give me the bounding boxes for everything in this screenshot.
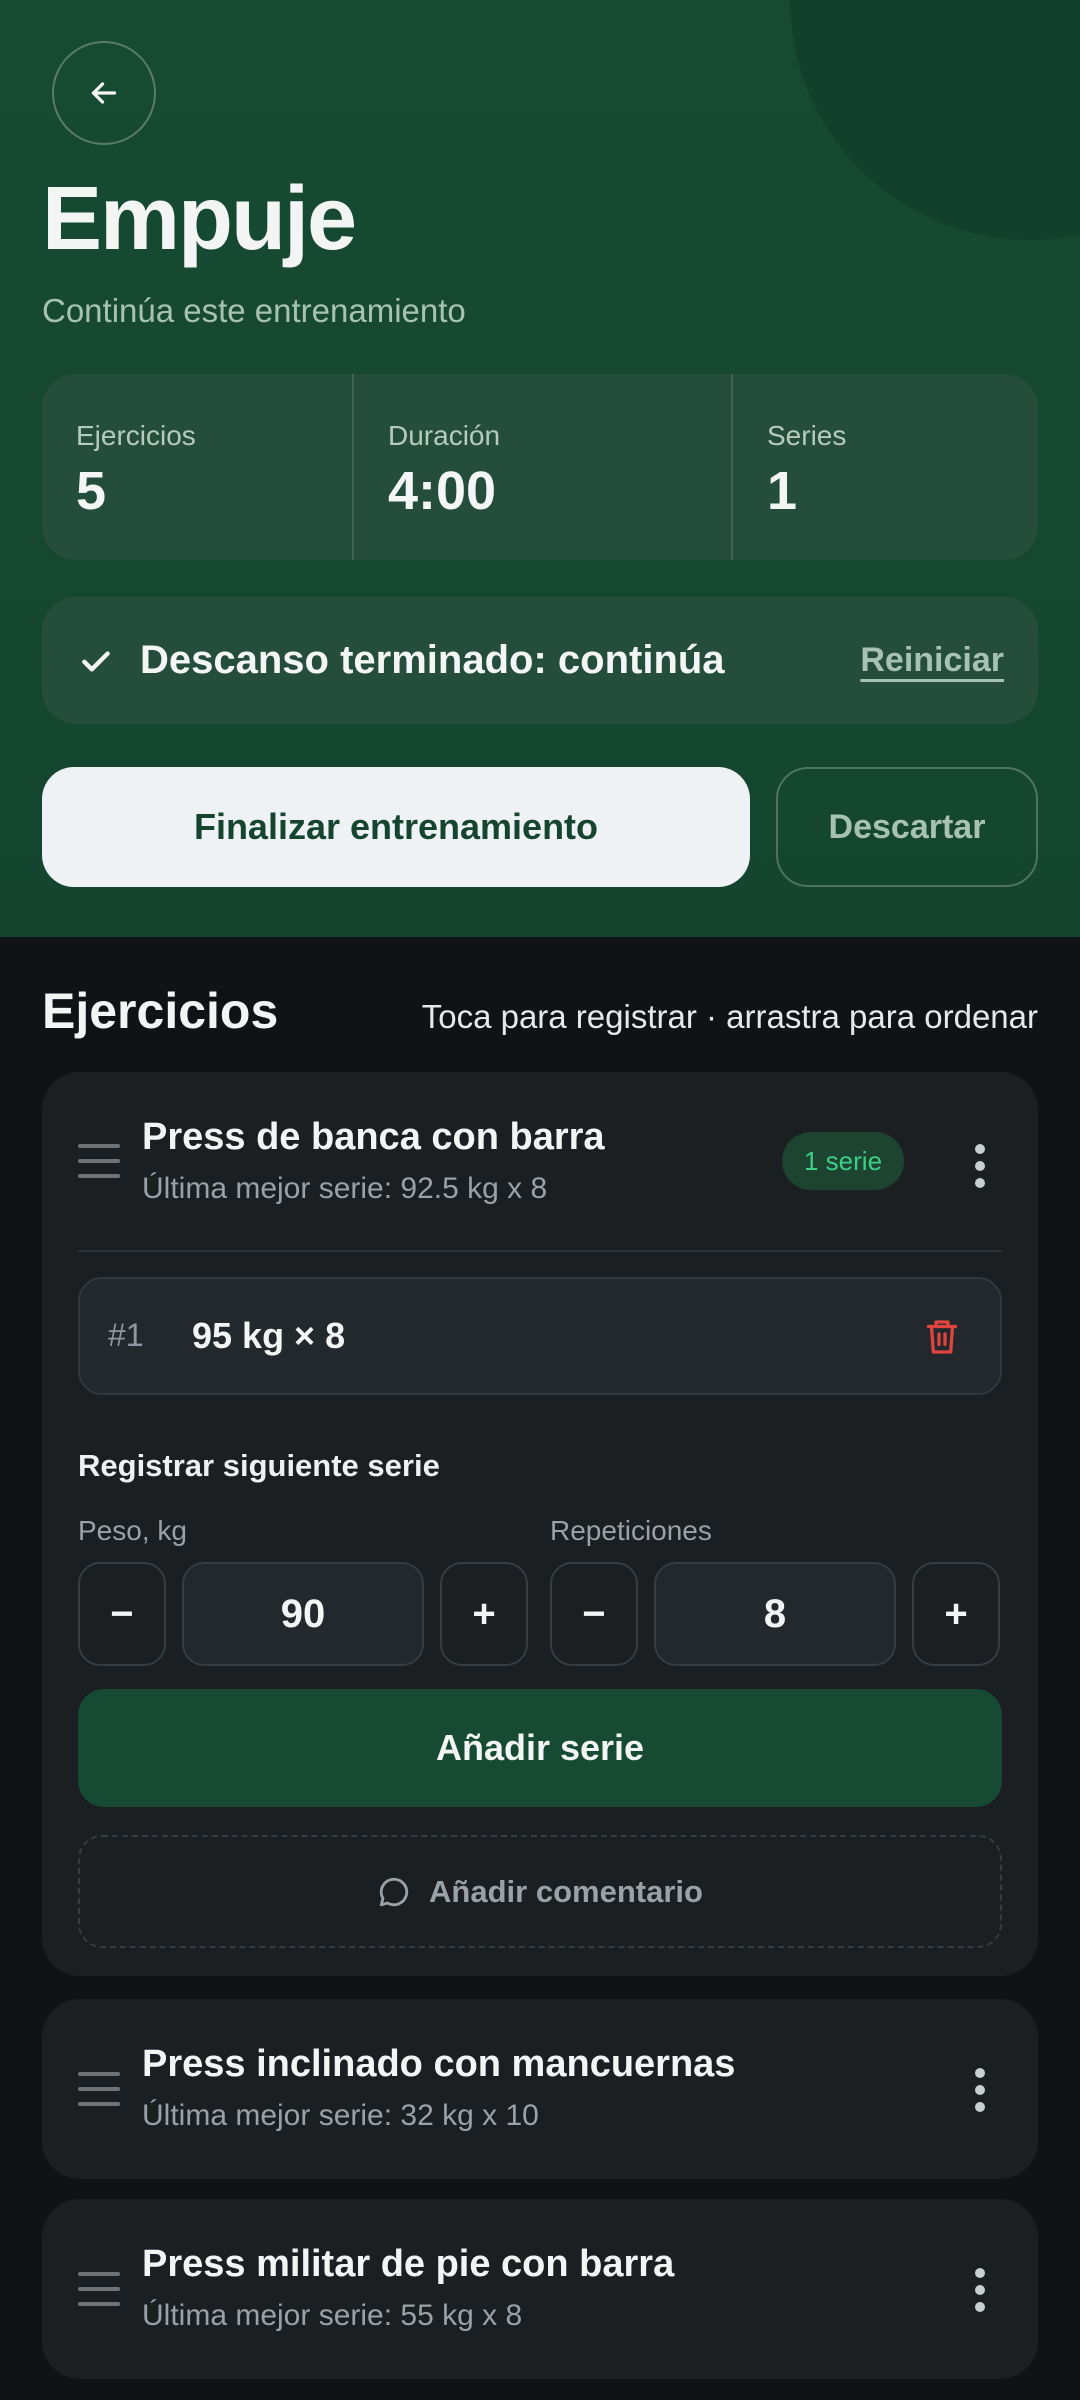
stat-value: 5 — [76, 461, 107, 521]
stat-duration: Duración 4:00 — [352, 374, 731, 560]
stats-panel: Ejercicios 5 Duración 4:00 Series 1 — [42, 374, 1038, 560]
add-comment-button[interactable]: Añadir comentario — [78, 1835, 1002, 1948]
page-subtitle: Continúa este entrenamiento — [42, 292, 466, 329]
trash-icon[interactable] — [924, 1317, 960, 1357]
exercises-section-title: Ejercicios — [42, 983, 279, 1039]
exercise-name: Press inclinado con mancuernas — [142, 2043, 736, 2085]
reps-input[interactable]: 8 — [654, 1562, 896, 1666]
arrow-left-icon — [91, 82, 117, 104]
comment-bubble-icon — [379, 1877, 409, 1906]
rest-status-text: Descanso terminado: continúa — [140, 638, 725, 682]
finish-workout-button[interactable]: Finalizar entrenamiento — [42, 767, 750, 887]
reps-increment-button[interactable]: + — [912, 1562, 1000, 1666]
drag-handle-icon[interactable] — [78, 2268, 120, 2310]
weight-increment-button[interactable]: + — [440, 1562, 528, 1666]
reps-label: Repeticiones — [550, 1515, 712, 1546]
set-count-badge: 1 serie — [782, 1132, 905, 1190]
drag-handle-icon[interactable] — [78, 1140, 120, 1182]
reps-decrement-button[interactable]: − — [550, 1562, 638, 1666]
weight-decrement-button[interactable]: − — [78, 1562, 166, 1666]
more-options-icon[interactable] — [974, 2267, 986, 2313]
exercise-card-incline-press[interactable]: Press inclinado con mancuernas Última me… — [42, 1999, 1038, 2179]
exercise-best-set: Última mejor serie: 32 kg x 10 — [142, 2099, 539, 2132]
weight-label: Peso, kg — [78, 1515, 187, 1546]
check-icon — [82, 650, 110, 671]
back-button[interactable] — [52, 41, 156, 145]
workout-header: Empuje Continúa este entrenamiento Ejerc… — [0, 0, 1080, 937]
exercise-best-set: Última mejor serie: 92.5 kg x 8 — [142, 1172, 548, 1205]
set-value: 95 kg × 8 — [192, 1315, 346, 1356]
add-comment-label: Añadir comentario — [429, 1873, 703, 1909]
more-options-icon[interactable] — [974, 1143, 986, 1189]
stat-label: Duración — [388, 420, 501, 451]
discard-workout-button[interactable]: Descartar — [776, 767, 1038, 887]
drag-handle-icon[interactable] — [78, 2068, 120, 2110]
logged-set-row[interactable]: #1 95 kg × 8 — [78, 1277, 1002, 1395]
decorative-circle — [790, 0, 1080, 240]
add-set-button[interactable]: Añadir serie — [78, 1689, 1002, 1807]
stat-label: Ejercicios — [76, 420, 196, 451]
stat-sets: Series 1 — [731, 374, 1038, 560]
weight-input[interactable]: 90 — [182, 1562, 424, 1666]
stat-value: 4:00 — [388, 461, 497, 521]
exercise-header[interactable]: Press de banca con barra Última mejor se… — [42, 1072, 1038, 1252]
divider — [78, 1250, 1002, 1252]
rest-status-bar: Descanso terminado: continúa Reiniciar — [42, 597, 1038, 724]
exercise-card-bench-press[interactable]: Press de banca con barra Última mejor se… — [42, 1072, 1038, 1976]
next-set-title: Registrar siguiente serie — [78, 1448, 440, 1483]
exercise-name: Press militar de pie con barra — [142, 2243, 675, 2285]
more-options-icon[interactable] — [974, 2067, 986, 2113]
exercise-name: Press de banca con barra — [142, 1116, 605, 1158]
stat-exercises: Ejercicios 5 — [42, 374, 352, 560]
exercise-card-military-press[interactable]: Press militar de pie con barra Última me… — [42, 2199, 1038, 2379]
stat-label: Series — [767, 420, 847, 451]
exercises-section-hint: Toca para registrar · arrastra para orde… — [421, 998, 1038, 1035]
set-number: #1 — [108, 1317, 144, 1353]
page-title: Empuje — [42, 169, 357, 269]
stat-value: 1 — [767, 461, 798, 521]
exercise-best-set: Última mejor serie: 55 kg x 8 — [142, 2299, 523, 2332]
reset-rest-link[interactable]: Reiniciar — [860, 641, 1004, 680]
